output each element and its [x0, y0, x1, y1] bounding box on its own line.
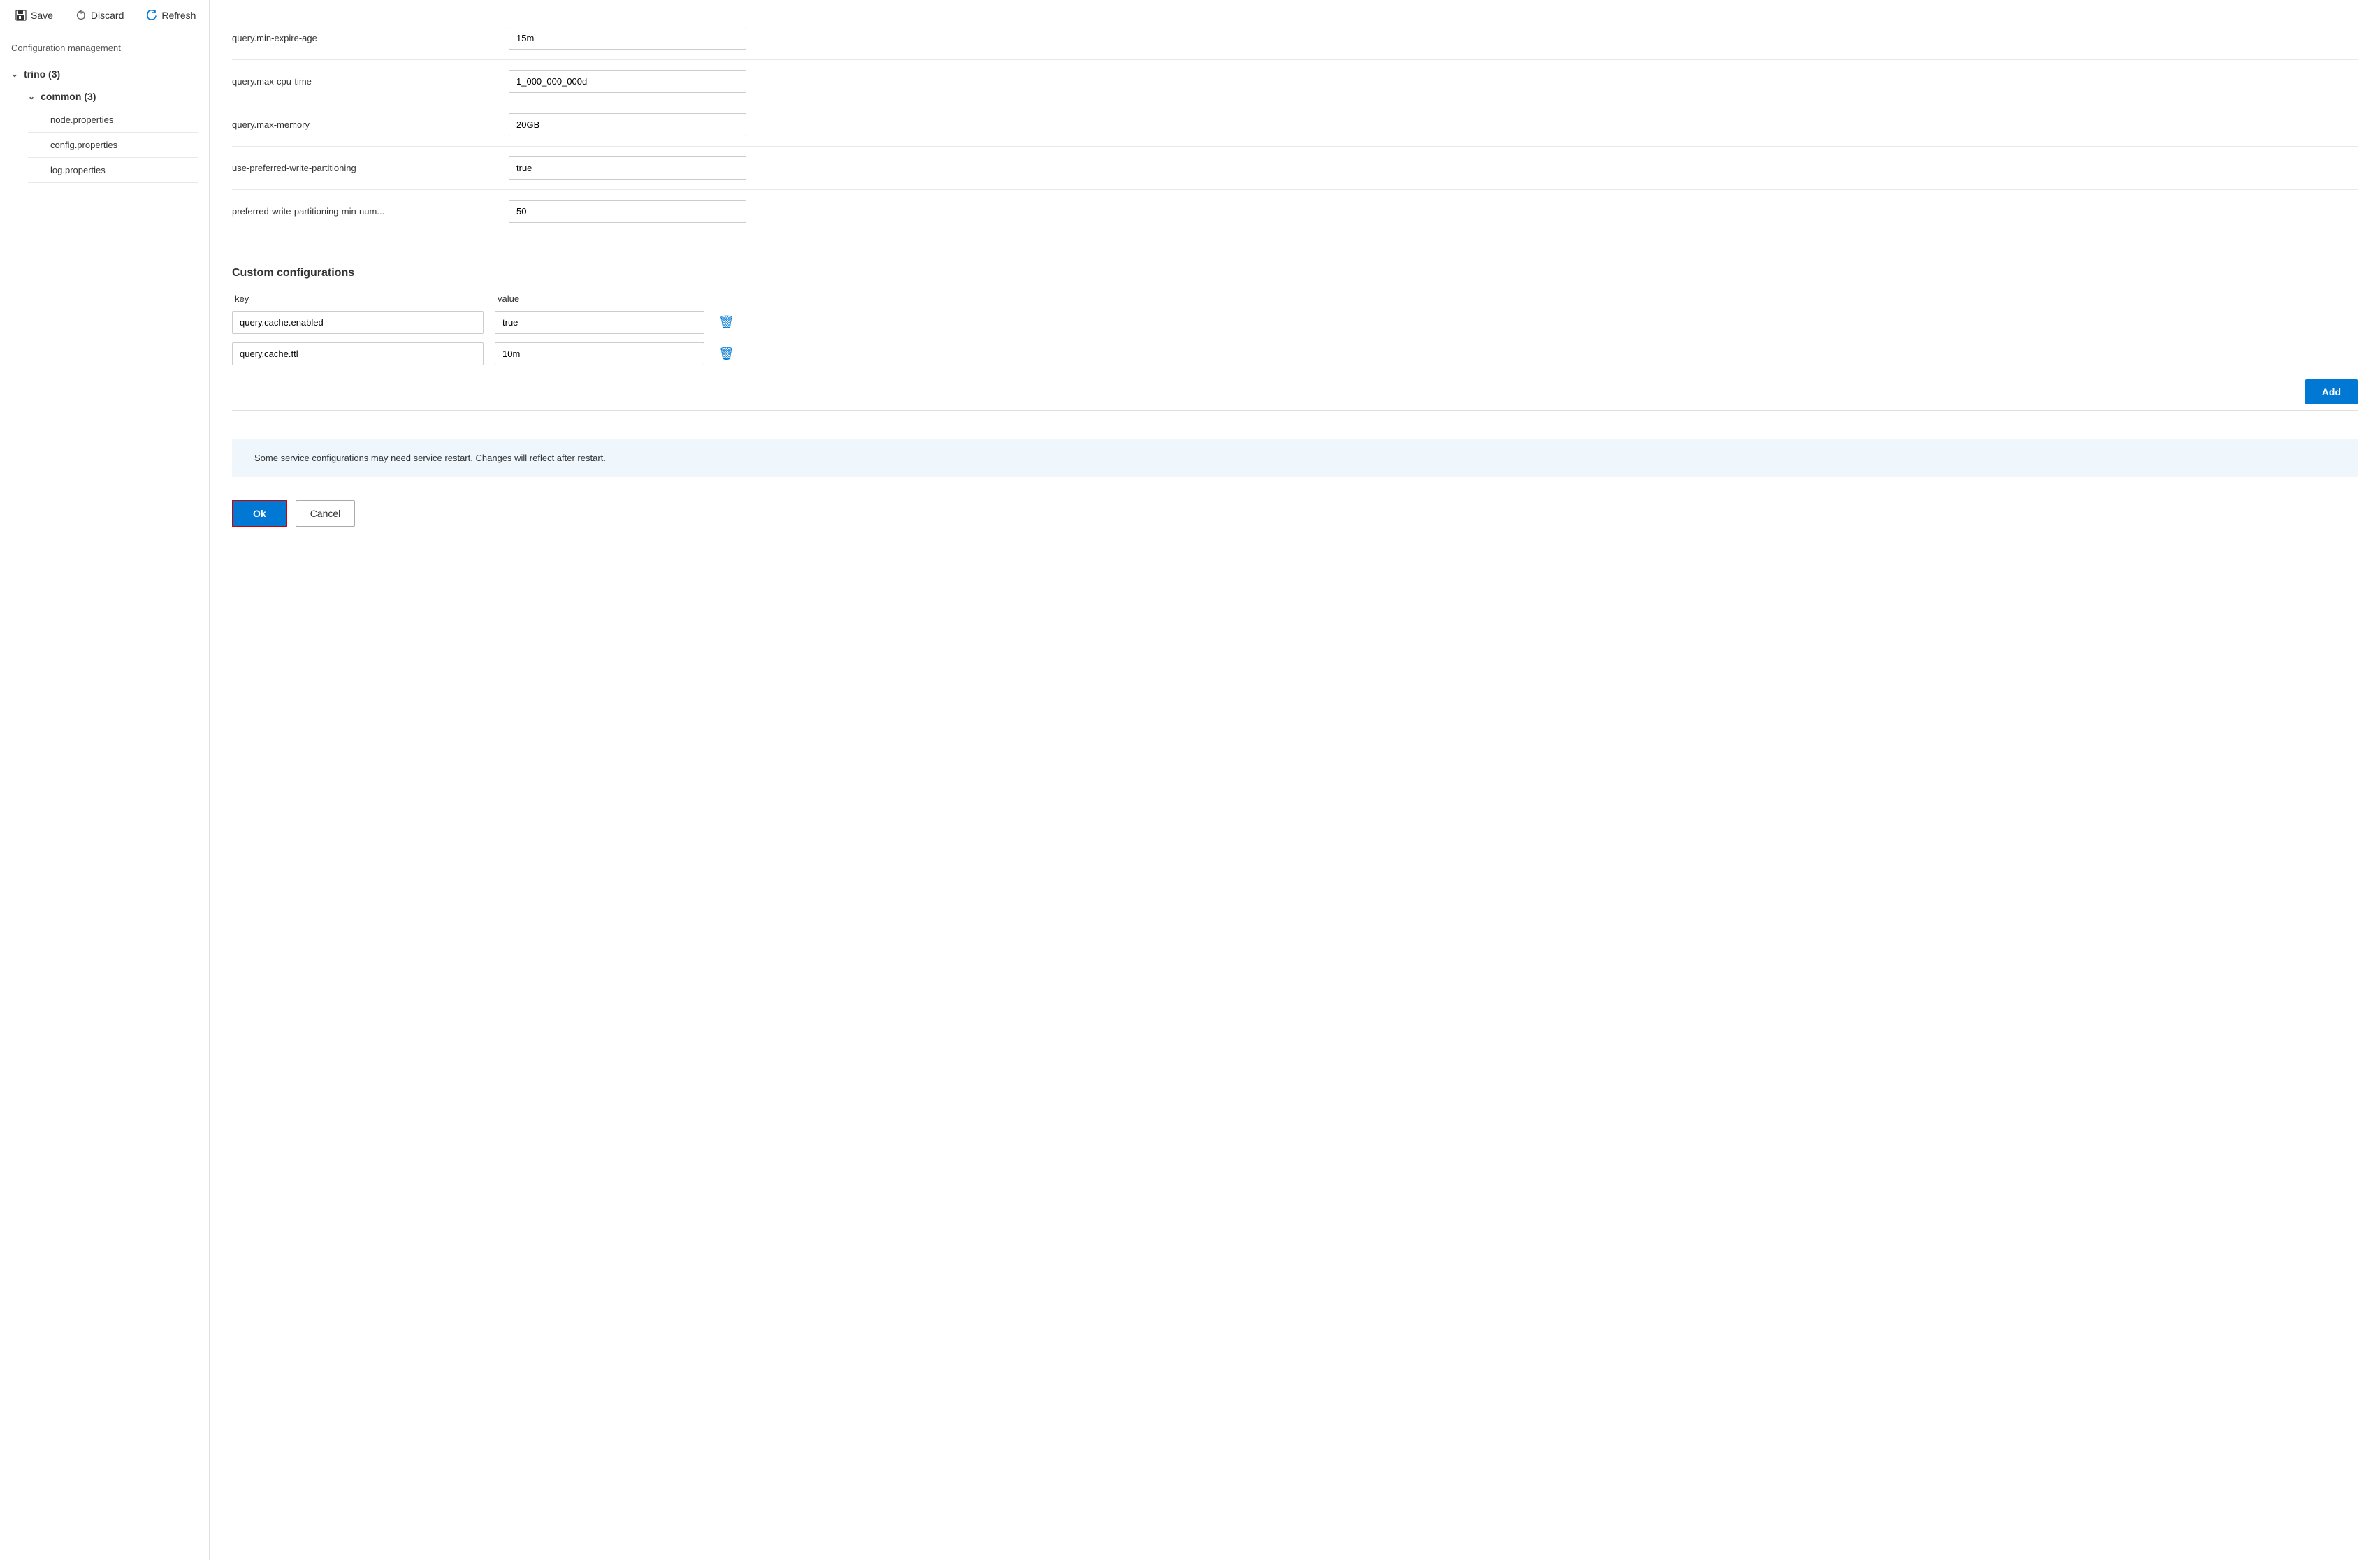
nav-title: Configuration management — [11, 43, 198, 53]
toolbar: Save Discard Refresh — [0, 0, 209, 31]
col-header-value: value — [498, 293, 2358, 304]
save-button[interactable]: Save — [11, 7, 57, 24]
table-row: query.min-expire-age — [232, 17, 2358, 60]
sub-tree-label: common (3) — [41, 91, 96, 102]
custom-config-section: Custom configurations key value 🗑 🗑 Add — [210, 250, 2380, 428]
chevron-down-icon-sub: ⌄ — [28, 92, 35, 101]
custom-value-input[interactable] — [495, 342, 704, 365]
trash-icon: 🗑 — [718, 315, 734, 330]
refresh-button[interactable]: Refresh — [142, 7, 200, 24]
tree-root-header[interactable]: ⌄ trino (3) — [11, 63, 198, 85]
chevron-down-icon: ⌄ — [11, 69, 18, 79]
right-panel: query.min-expire-age query.max-cpu-time … — [210, 0, 2380, 1560]
config-key-label: use-preferred-write-partitioning — [232, 163, 498, 173]
config-key-label: query.min-expire-age — [232, 33, 498, 43]
config-value-input[interactable] — [509, 200, 746, 223]
add-button[interactable]: Add — [2305, 379, 2358, 404]
custom-rows-container: 🗑 🗑 — [232, 311, 2358, 365]
config-key-label: query.max-memory — [232, 119, 498, 130]
table-row: preferred-write-partitioning-min-num... — [232, 190, 2358, 233]
config-value-input[interactable] — [509, 113, 746, 136]
leaf-node-properties[interactable]: node.properties — [28, 108, 198, 133]
sub-tree-header[interactable]: ⌄ common (3) — [28, 85, 198, 108]
cancel-button[interactable]: Cancel — [296, 500, 356, 527]
leaf-config-properties[interactable]: config.properties — [28, 133, 198, 158]
list-item: 🗑 — [232, 311, 2358, 334]
config-value-input[interactable] — [509, 27, 746, 50]
table-row: query.max-cpu-time — [232, 60, 2358, 103]
discard-icon — [75, 10, 87, 21]
add-btn-row: Add — [232, 374, 2358, 411]
custom-key-input[interactable] — [232, 311, 484, 334]
discard-button[interactable]: Discard — [71, 7, 128, 24]
left-panel: Save Discard Refresh Configuration manag… — [0, 0, 210, 1560]
config-value-input[interactable] — [509, 156, 746, 180]
custom-col-headers: key value — [232, 293, 2358, 304]
trash-icon: 🗑 — [718, 347, 734, 361]
config-value-input[interactable] — [509, 70, 746, 93]
ok-button[interactable]: Ok — [232, 500, 287, 527]
sub-tree: ⌄ common (3) node.properties config.prop… — [28, 85, 198, 183]
table-row: query.max-memory — [232, 103, 2358, 147]
config-key-label: query.max-cpu-time — [232, 76, 498, 87]
info-banner-text: Some service configurations may need ser… — [254, 453, 606, 463]
table-row: use-preferred-write-partitioning — [232, 147, 2358, 190]
config-section: query.min-expire-age query.max-cpu-time … — [210, 0, 2380, 250]
custom-config-title: Custom configurations — [232, 267, 2358, 279]
tree-root: ⌄ trino (3) ⌄ common (3) node.properties… — [11, 63, 198, 183]
save-icon — [15, 10, 27, 21]
list-item: 🗑 — [232, 342, 2358, 365]
save-label: Save — [31, 10, 53, 21]
custom-key-input[interactable] — [232, 342, 484, 365]
info-banner: Some service configurations may need ser… — [232, 439, 2358, 477]
leaf-log-properties[interactable]: log.properties — [28, 158, 198, 183]
refresh-label: Refresh — [161, 10, 196, 21]
refresh-icon — [146, 10, 157, 21]
custom-value-input[interactable] — [495, 311, 704, 334]
delete-button[interactable]: 🗑 — [716, 344, 737, 364]
config-rows-container: query.min-expire-age query.max-cpu-time … — [232, 17, 2358, 233]
nav-section: Configuration management ⌄ trino (3) ⌄ c… — [0, 31, 209, 1560]
discard-label: Discard — [91, 10, 124, 21]
action-row: Ok Cancel — [210, 488, 2380, 544]
delete-button[interactable]: 🗑 — [716, 312, 737, 333]
config-key-label: preferred-write-partitioning-min-num... — [232, 206, 498, 217]
col-header-key: key — [235, 293, 486, 304]
tree-root-label: trino (3) — [24, 68, 60, 80]
